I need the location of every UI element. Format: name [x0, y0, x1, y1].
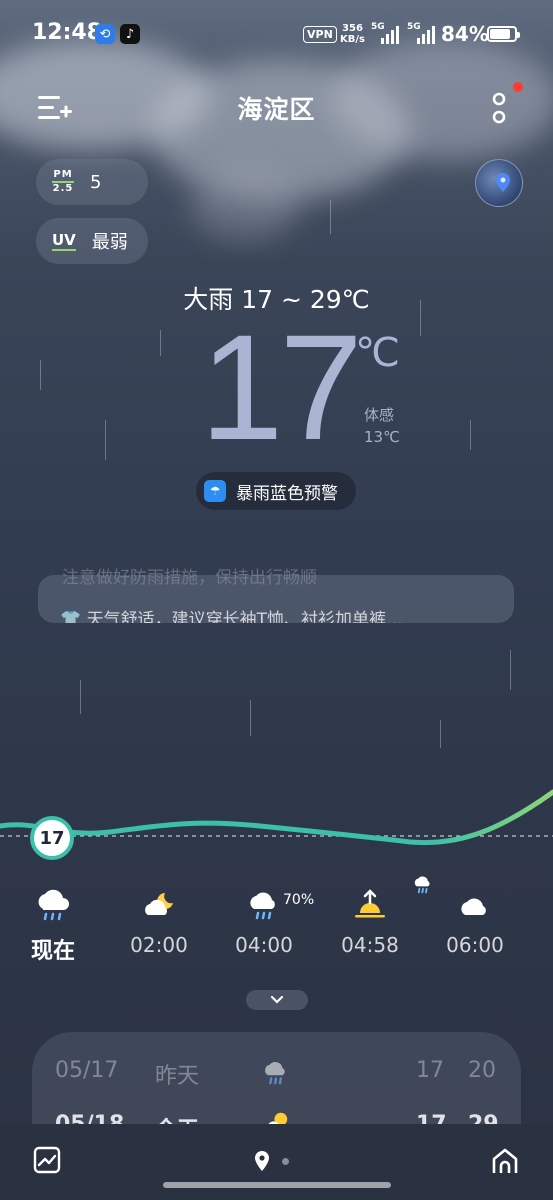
temp-line: [0, 789, 553, 846]
daily-forecast-card[interactable]: 05/17 昨天 17 20 05/18 今天 17 29: [32, 1032, 521, 1132]
uv-pill[interactable]: UV 最弱: [36, 218, 148, 264]
hour-label: 04:58: [341, 933, 399, 957]
weather-warning-badge[interactable]: ☂ 暴雨蓝色预警: [196, 472, 356, 510]
rain-cloud-icon: [8, 885, 98, 925]
pm25-label-bottom: 2.5: [52, 183, 74, 194]
location-marker-icon: [496, 173, 510, 192]
city-title: 海淀区: [237, 95, 316, 124]
current-temp: 17: [200, 303, 363, 471]
tip-text: 👕 天气舒适，建议穿长袖T恤、衬衫加单裤…: [60, 605, 403, 623]
hour-label: 06:00: [446, 933, 504, 957]
hour-item[interactable]: 06:00: [430, 885, 520, 957]
uv-value: 最弱: [91, 232, 128, 253]
daily-low: 17: [416, 1058, 444, 1083]
pm25-pill[interactable]: PM 2.5 5: [36, 159, 148, 205]
daily-date: 05/17: [55, 1058, 119, 1083]
rain-streak: [510, 650, 511, 690]
hour-label: 02:00: [130, 933, 188, 957]
rainstorm-warning-icon: ☂: [204, 480, 226, 502]
hour-label: 04:00: [235, 933, 293, 957]
expand-button[interactable]: [246, 990, 308, 1010]
tshirt-icon: 👕: [60, 610, 82, 623]
battery-icon: [487, 26, 520, 42]
location-pin-icon[interactable]: [254, 1150, 270, 1172]
signal-1-icon: [381, 26, 399, 44]
shortcut-app-icon: ⟲: [95, 24, 115, 44]
pm25-value: 5: [90, 171, 102, 193]
chevron-down-icon: [270, 995, 284, 1004]
daily-row[interactable]: 05/17 昨天 17 20: [32, 1058, 521, 1098]
now-temp-bubble: 17: [30, 816, 74, 860]
signal-2-icon: [417, 26, 435, 44]
clock: 12:48: [32, 20, 103, 45]
battery-tip: [517, 32, 520, 38]
weather-screen: 12:48 ⟲ ♪ VPN 356 KB/s 5G 5G 84% 海淀区 PM …: [0, 0, 553, 1200]
cloud-decoration: [190, 170, 300, 240]
cloud-icon: [430, 885, 520, 925]
life-tips-card[interactable]: 👕 天气舒适，建议穿长袖T恤、衬衫加单裤…: [38, 575, 514, 623]
network-speed-unit: KB/s: [340, 34, 365, 45]
tiktok-icon: ♪: [120, 24, 140, 44]
pm25-icon: PM 2.5: [52, 170, 74, 194]
network-speed: 356 KB/s: [340, 23, 365, 45]
bottom-nav: [0, 1124, 553, 1200]
hour-item[interactable]: 02:00: [114, 885, 204, 957]
feels-like: 体感 13℃: [364, 404, 400, 448]
cloud-moon-icon: [114, 885, 204, 925]
precip-probability: 70%: [283, 892, 315, 908]
warning-text: 暴雨蓝色预警: [236, 483, 338, 504]
more-options-icon[interactable]: [488, 92, 510, 126]
rain-streak: [40, 360, 41, 390]
pm25-label-top: PM: [53, 169, 73, 180]
tip-text-content: 天气舒适，建议穿长袖T恤、衬衫加单裤…: [86, 610, 403, 623]
rain-streak: [105, 420, 106, 460]
feels-like-value: 13℃: [364, 428, 400, 446]
rain-streak: [330, 200, 331, 234]
home-icon[interactable]: [490, 1146, 520, 1176]
battery-percent: 84%: [441, 22, 489, 46]
sunrise-icon: [325, 885, 415, 925]
feels-like-label: 体感: [364, 406, 395, 424]
rain-streak: [80, 680, 81, 714]
rain-streak: [160, 330, 161, 356]
hour-item[interactable]: 现在: [8, 885, 98, 965]
rain-cloud-icon: [260, 1056, 292, 1094]
rain-streak: [250, 700, 251, 736]
hourly-temp-curve: [0, 789, 553, 846]
daily-high: 20: [468, 1058, 496, 1083]
uv-icon: UV: [52, 230, 76, 251]
home-indicator[interactable]: [163, 1182, 391, 1188]
rain-streak: [470, 420, 471, 450]
hour-item[interactable]: 04:58: [325, 885, 415, 957]
daily-day: 昨天: [155, 1064, 200, 1089]
vpn-badge: VPN: [303, 26, 337, 43]
battery-fill: [490, 29, 511, 39]
globe-map-icon[interactable]: [475, 159, 523, 207]
rain-streak: [440, 720, 441, 748]
network-speed-value: 356: [342, 23, 363, 34]
page-indicator-dot: [282, 1158, 289, 1165]
trend-chart-icon[interactable]: [33, 1146, 61, 1174]
notification-dot: [513, 82, 523, 92]
hour-label: 现在: [30, 939, 75, 964]
status-bar: 12:48 ⟲ ♪ VPN 356 KB/s 5G 5G 84%: [0, 0, 553, 72]
temp-unit: ℃: [355, 330, 400, 376]
